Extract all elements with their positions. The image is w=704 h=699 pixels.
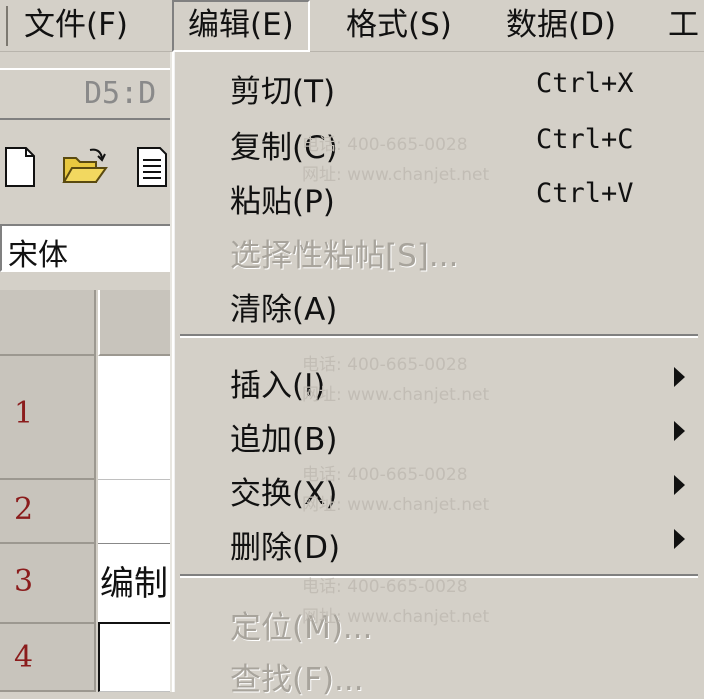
menu-bar-grip [0, 6, 8, 46]
row-header-1[interactable]: 1 [0, 356, 96, 480]
open-folder-icon[interactable] [62, 146, 108, 188]
menu-item-label: 粘贴(P) [230, 184, 335, 220]
shortcut-label: Ctrl+V [536, 178, 634, 209]
submenu-arrow-icon [674, 529, 685, 549]
menu-item-paste-special: 选择性粘帖[S]... [230, 224, 700, 274]
row-header-4[interactable]: 4 [0, 624, 96, 692]
menu-item-paste[interactable]: 粘贴(P) Ctrl+V [230, 170, 700, 220]
row-number: 3 [14, 564, 34, 599]
menu-item-insert[interactable]: 插入(I) [230, 354, 700, 404]
toolbar [0, 138, 172, 198]
cell-reference-value: D5:D [84, 76, 157, 111]
spreadsheet-grid: 1 2 3 编制 4 [0, 290, 172, 692]
menu-item-label: 删除(D) [230, 530, 341, 566]
menu-item-copy[interactable]: 复制(C) Ctrl+C [230, 116, 700, 166]
menu-data[interactable]: 数据(D) [506, 0, 616, 52]
submenu-arrow-icon [674, 421, 685, 441]
row-header-3[interactable]: 3 [0, 544, 96, 624]
menu-item-label: 选择性粘帖[S]... [230, 238, 459, 274]
cell-reference-box[interactable]: D5:D [0, 68, 172, 120]
select-all-corner[interactable] [0, 290, 96, 356]
cell[interactable] [98, 356, 172, 480]
row-number: 4 [14, 640, 34, 675]
cell-text: 编制 [100, 564, 168, 604]
menu-item-cut[interactable]: 剪切(T) Ctrl+X [230, 60, 700, 110]
submenu-arrow-icon [674, 475, 685, 495]
menu-bar: 文件(F) 编辑(E) 格式(S) 数据(D) 工 [0, 0, 704, 52]
new-document-icon[interactable] [2, 146, 38, 188]
cell[interactable] [98, 624, 172, 692]
menu-item-label: 查找(F)... [230, 662, 364, 698]
font-name-field[interactable]: 宋体 [0, 224, 172, 273]
menu-separator [180, 334, 698, 338]
menu-format[interactable]: 格式(S) [346, 0, 452, 52]
cell-compiled-by[interactable]: 编制 [98, 544, 172, 624]
shortcut-label: Ctrl+C [536, 124, 634, 155]
menu-item-label: 定位(M)... [230, 610, 373, 646]
edit-menu-dropdown: 剪切(T) Ctrl+X 复制(C) Ctrl+C 粘贴(P) Ctrl+V 选… [172, 52, 704, 698]
menu-tools[interactable]: 工 [668, 0, 699, 52]
menu-item-find: 查找(F)... [230, 648, 700, 698]
font-name-value: 宋体 [8, 238, 68, 273]
menu-edit[interactable]: 编辑(E) [172, 0, 310, 52]
document-icon[interactable] [134, 146, 170, 188]
menu-file[interactable]: 文件(F) [24, 0, 128, 52]
menu-item-label: 交换(X) [230, 476, 338, 512]
row-number: 2 [14, 492, 34, 527]
submenu-arrow-icon [674, 367, 685, 387]
menu-separator [180, 574, 698, 578]
menu-item-label: 复制(C) [230, 130, 338, 166]
row-number: 1 [14, 396, 34, 431]
row-header-2[interactable]: 2 [0, 480, 96, 544]
menu-item-clear[interactable]: 清除(A) [230, 278, 700, 328]
menu-item-label: 插入(I) [230, 368, 326, 404]
menu-item-label: 清除(A) [230, 292, 338, 328]
menu-item-delete[interactable]: 删除(D) [230, 516, 700, 566]
menu-item-swap[interactable]: 交换(X) [230, 462, 700, 512]
menu-item-append[interactable]: 追加(B) [230, 408, 700, 458]
menu-item-goto: 定位(M)... [230, 596, 700, 646]
menu-item-label: 追加(B) [230, 422, 338, 458]
cell[interactable] [98, 480, 172, 544]
shortcut-label: Ctrl+X [536, 68, 634, 99]
column-header[interactable] [98, 290, 172, 356]
menu-item-label: 剪切(T) [230, 74, 336, 110]
